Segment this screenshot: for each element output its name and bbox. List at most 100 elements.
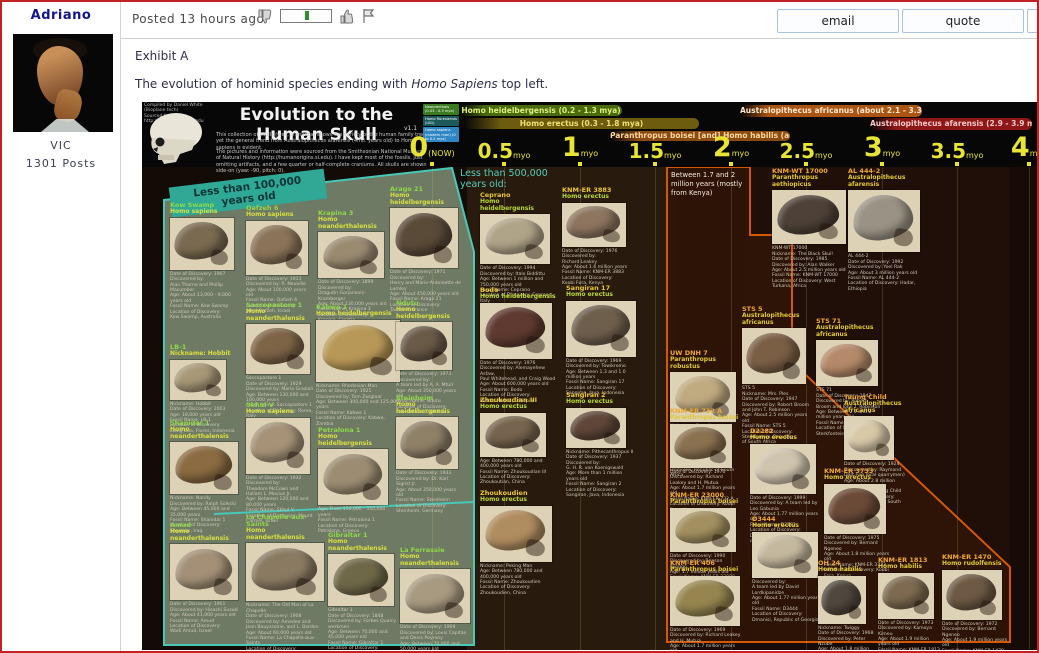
specimen-species: Homo erectus xyxy=(566,292,640,299)
post-text-line2: The evolution of hominid species ending … xyxy=(135,77,548,91)
timeline-tick xyxy=(1027,162,1031,166)
specimen-species: Homo habilis xyxy=(878,564,940,571)
skull-photo xyxy=(670,424,732,468)
specimen-card: Gibraltar 1Homo neanderthalensisGibralta… xyxy=(328,532,398,650)
skull-photo xyxy=(752,532,818,578)
author-username[interactable]: Adriano xyxy=(2,8,120,23)
partial-button[interactable] xyxy=(1027,9,1039,33)
specimen-species: Australopithecus africanus xyxy=(742,313,810,326)
timeline-marker: 1.5myo xyxy=(629,139,682,163)
timeline-marker: 2.5myo xyxy=(780,139,833,163)
specimen-card: SteinheimHomo heidelbergensisDate of Dis… xyxy=(396,395,462,515)
author-rank: VIC xyxy=(2,139,120,152)
legend-label: Neanderthals (0.03 - 0.3 mya) xyxy=(423,104,459,115)
skull-photo xyxy=(396,417,458,469)
specimen-details: Discovered by: A team led by David Lordk… xyxy=(752,580,822,623)
specimen-species: Homo heidelbergensis xyxy=(396,307,460,320)
skull-photo xyxy=(246,324,310,374)
species-duration-bar: Australopithecus afarensis (2.9 - 3.9 my… xyxy=(870,118,1032,130)
specimen-details: Date of Discovery: 1972 Discovered by: B… xyxy=(942,622,1008,650)
specimen-species: Homo erectus xyxy=(750,435,820,442)
timeline-marker: 0(NOW) xyxy=(409,132,454,163)
quote-button[interactable]: quote xyxy=(902,9,1024,33)
specimen-card: ZhoukoudienHomo erectusNickname: Peking … xyxy=(480,490,556,596)
skull-photo xyxy=(878,573,934,619)
timeline-tick xyxy=(502,162,506,166)
timeline-tick xyxy=(880,162,884,166)
skull-photo xyxy=(742,328,806,384)
specimen-species: Homo erectus xyxy=(566,399,636,406)
specimen-details: KNM-WT 17000 Nickname: The Black Skull D… xyxy=(772,246,850,289)
email-button[interactable]: email xyxy=(777,9,899,33)
specimen-species: Australopithecus africanus xyxy=(816,325,882,338)
specimen-species: Homo neanderthalensis xyxy=(170,427,240,440)
specimen-card: BodoHomo heidelbergensisDate of Discover… xyxy=(480,287,556,404)
author-post-count: 1301 Posts xyxy=(2,157,120,170)
skull-photo xyxy=(328,554,394,606)
species-duration-bar: Australopithecus africanus (about 2.1 - … xyxy=(740,105,922,117)
specimen-species: Homo heidelbergensis xyxy=(480,199,554,212)
specimen-species: Homo neanderthalensis xyxy=(318,217,388,230)
specimen-species: Homo habilis xyxy=(818,567,876,574)
post-text-line1: Exhibit A xyxy=(135,49,188,63)
skull-photo xyxy=(566,301,636,357)
skull-photo xyxy=(750,444,816,494)
specimen-card: Petralona 1Homo heidelbergensisAge: From… xyxy=(318,427,390,534)
infographic-image[interactable]: Compiled by Daniel White (Bioplane tech)… xyxy=(142,102,1037,650)
specimen-card: Kow SwampHomo sapiensDate of Discovery: … xyxy=(170,202,240,320)
specimen-species: Homo heidelbergensis xyxy=(390,193,462,206)
timeline-marker: 2myo xyxy=(713,132,749,163)
timeline-marker: 3myo xyxy=(864,132,900,163)
specimen-card: KNM-ER 1470Homo rudolfensisDate of Disco… xyxy=(942,554,1008,650)
skull-photo xyxy=(566,408,626,448)
skull-photo xyxy=(480,214,550,264)
skull-photo xyxy=(844,416,894,460)
specimen-species: Homo neanderthalensis xyxy=(328,539,398,552)
specimen-details: Nickname: Twiggy Date of Discovery: 1968… xyxy=(818,626,876,650)
specimen-species: Homo erectus xyxy=(752,523,822,530)
specimen-details: Date of Discovery: 1969 Discovered by: R… xyxy=(670,628,742,650)
specimen-card: KNM-WT 17000Paranthropus aethiopicusKNM-… xyxy=(772,168,850,290)
skull-photo xyxy=(170,218,234,270)
specimen-species: Homo heidelbergensis xyxy=(480,294,556,301)
specimen-species: Homo erectus xyxy=(562,194,632,201)
specimen-details: Nickname: Rhodesian Man Date of Discover… xyxy=(316,384,402,427)
specimen-name: La Chapelle-aux-Saints xyxy=(246,514,326,528)
specimen-species: Homo neanderthalensis xyxy=(170,529,240,542)
specimen-card: KNM-ER 406Paranthropus boiseiDate of Dis… xyxy=(670,560,742,650)
gridline xyxy=(1029,167,1030,650)
skull-photo xyxy=(400,569,470,623)
forum-page: Adriano VIC 1301 Posts Posted 13 hours a… xyxy=(0,0,1039,653)
skull-photo xyxy=(246,418,310,474)
species-duration-bar: Homo heidelbergensis (0.2 - 1.3 mya) xyxy=(460,105,622,116)
specimen-card: Sangiran 17Homo erectusDate of Discovery… xyxy=(566,285,640,397)
skull-photo xyxy=(480,413,546,457)
specimen-species: Paranthropus boisei xyxy=(670,415,740,422)
specimen-species: Homo neanderthalensis xyxy=(400,554,472,567)
timeline-marker: 1myo xyxy=(562,132,598,163)
skull-photo xyxy=(772,190,846,244)
italic-species-text: Homo Sapiens xyxy=(411,77,497,91)
skull-photo xyxy=(396,322,452,370)
specimen-species: Nickname: Hobbit xyxy=(170,351,236,358)
skull-photo xyxy=(848,190,920,252)
specimen-species: Homo erectus xyxy=(480,404,550,411)
timeline-marker: 3.5myo xyxy=(931,139,984,163)
specimen-details: Date of Discovery: 1967 Discovered by: A… xyxy=(170,272,240,321)
specimen-details: Date of Discovery: 1961 Discovered by: H… xyxy=(170,602,240,634)
specimen-details: Gibraltar 1 Date of Discovery: 1848 Disc… xyxy=(328,608,398,650)
specimen-card: KNM-ER 1813Homo habilisDate of Discovery… xyxy=(878,557,940,650)
specimen-card: La Chapelle-aux-SaintsHomo neanderthalen… xyxy=(246,514,326,650)
specimen-card: OH 24Homo habilisNickname: Twiggy Date o… xyxy=(818,560,876,650)
skull-photo xyxy=(390,208,458,268)
specimen-species: Homo heidelbergensis xyxy=(318,434,390,447)
timeline-tick xyxy=(430,162,434,166)
specimen-card: Skhul VHomo sapiensDate of Discovery: 19… xyxy=(246,402,314,524)
avatar xyxy=(13,34,113,132)
specimen-card: Qafzeh 6Homo sapiensDate of Discovery: 1… xyxy=(246,205,314,315)
skull-photo xyxy=(562,203,626,247)
specimen-details: Age: Between 780,000 and 400,000 years o… xyxy=(480,459,550,486)
specimen-species: Homo heidelbergensis xyxy=(316,311,402,318)
specimen-card: La FerrassieHomo neanderthalensisDate of… xyxy=(400,547,472,650)
skull-photo xyxy=(670,576,740,626)
